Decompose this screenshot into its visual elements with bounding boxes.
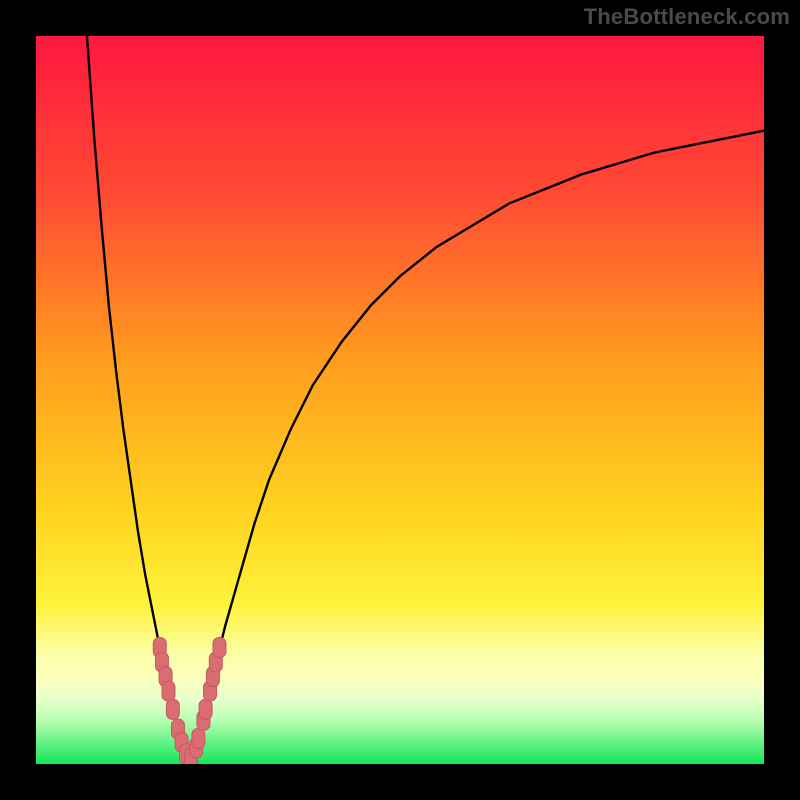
watermark-label: TheBottleneck.com — [584, 4, 790, 30]
marker-point — [199, 699, 212, 719]
marker-point — [192, 729, 205, 749]
highlight-markers — [153, 638, 226, 764]
marker-point — [213, 638, 226, 658]
curve-left-branch — [87, 36, 189, 764]
marker-point — [166, 699, 179, 719]
marker-point — [162, 681, 175, 701]
plot-area — [36, 36, 764, 764]
chart-frame: TheBottleneck.com — [0, 0, 800, 800]
bottleneck-curve — [36, 36, 764, 764]
curve-right-branch — [189, 131, 764, 764]
